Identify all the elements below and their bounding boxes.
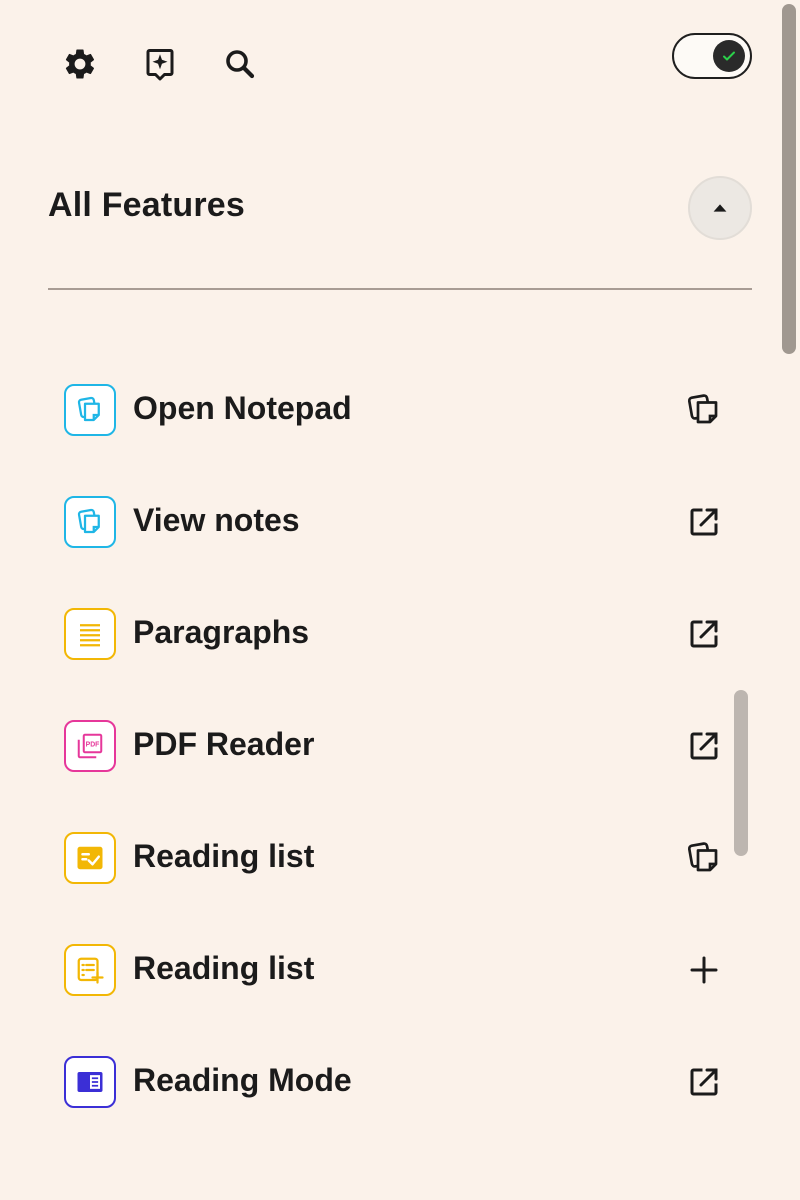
- feature-item-pdf-reader[interactable]: PDF PDF Reader: [0, 690, 800, 802]
- settings-button[interactable]: [56, 40, 104, 88]
- feature-label: Open Notepad: [133, 390, 352, 426]
- list-scrollbar-thumb[interactable]: [734, 690, 748, 856]
- collapse-section-button[interactable]: [688, 176, 752, 240]
- external-link-icon: [690, 1068, 718, 1096]
- external-link-icon: [690, 620, 718, 648]
- open-external-button[interactable]: [680, 722, 728, 770]
- feature-item-reading-list-add[interactable]: Reading list: [0, 914, 800, 1026]
- section-divider: [48, 288, 752, 290]
- search-icon: [226, 50, 255, 79]
- feature-label: Reading Mode: [133, 1062, 352, 1098]
- pdf-icon-text: PDF: [86, 742, 100, 749]
- feature-item-open-notepad[interactable]: Open Notepad: [0, 354, 800, 466]
- list-add-icon: [64, 944, 116, 996]
- open-external-button[interactable]: [680, 498, 728, 546]
- feature-list: Open Notepad View notes Paragraphs PDF P…: [0, 354, 800, 1138]
- feature-item-reading-list[interactable]: Reading list: [0, 802, 800, 914]
- reading-mode-icon: [64, 1056, 116, 1108]
- external-link-icon: [690, 732, 718, 760]
- gear-icon: [65, 49, 95, 79]
- caret-up-icon: [713, 204, 727, 212]
- extension-toggle[interactable]: [672, 33, 752, 79]
- copy-note-button[interactable]: [680, 834, 728, 882]
- notepad-icon: [64, 496, 116, 548]
- copy-note-icon: [687, 842, 718, 872]
- pdf-icon: PDF: [64, 720, 116, 772]
- external-link-icon: [690, 508, 718, 536]
- section-title: All Features: [48, 186, 246, 224]
- copy-note-button[interactable]: [680, 386, 728, 434]
- feature-label: Paragraphs: [133, 614, 310, 650]
- feature-label: View notes: [133, 502, 300, 538]
- feature-label: PDF Reader: [133, 726, 315, 762]
- page-scrollbar-thumb[interactable]: [782, 4, 796, 354]
- feature-label: Reading list: [133, 838, 315, 874]
- paragraph-lines-icon: [64, 608, 116, 660]
- open-external-button[interactable]: [680, 610, 728, 658]
- feature-item-view-notes[interactable]: View notes: [0, 466, 800, 578]
- check-icon: [723, 51, 735, 61]
- top-toolbar: [0, 0, 800, 130]
- notepad-icon: [64, 384, 116, 436]
- feature-label: Reading list: [133, 950, 315, 986]
- checklist-icon: [64, 832, 116, 884]
- add-button[interactable]: [680, 946, 728, 994]
- toggle-knob: [713, 40, 745, 72]
- feature-item-paragraphs[interactable]: Paragraphs: [0, 578, 800, 690]
- copy-note-icon: [687, 394, 718, 424]
- ai-assistant-button[interactable]: [136, 40, 184, 88]
- sparkle-note-icon: [146, 49, 174, 81]
- open-external-button[interactable]: [680, 1058, 728, 1106]
- search-button[interactable]: [216, 40, 264, 88]
- feature-item-reading-mode[interactable]: Reading Mode: [0, 1026, 800, 1138]
- plus-icon: [690, 956, 718, 984]
